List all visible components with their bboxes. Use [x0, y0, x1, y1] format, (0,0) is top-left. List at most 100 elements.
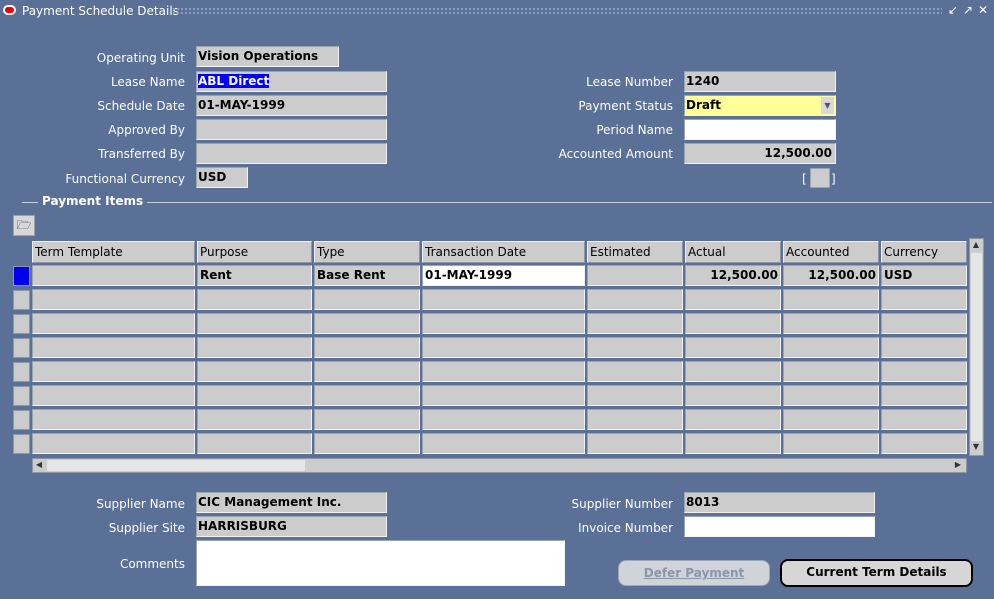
lease-name-field[interactable]: ABL Direct [196, 71, 387, 92]
cell-estimated[interactable] [587, 265, 683, 286]
scroll-left-icon[interactable]: ◀ [33, 460, 45, 469]
row-indicator[interactable] [13, 290, 30, 310]
empty-cell[interactable] [32, 409, 195, 430]
col-transaction-date[interactable]: Transaction Date [422, 241, 585, 263]
empty-cell[interactable] [32, 337, 195, 358]
empty-cell[interactable] [197, 361, 312, 382]
col-actual[interactable]: Actual [685, 241, 781, 263]
empty-cell[interactable] [783, 289, 879, 310]
empty-cell[interactable] [32, 289, 195, 310]
functional-currency-field[interactable]: USD [196, 167, 248, 188]
cell-accounted[interactable]: 12,500.00 [783, 265, 879, 286]
empty-cell[interactable] [314, 313, 420, 334]
scroll-up-icon[interactable]: ▲ [970, 240, 982, 249]
cell-type[interactable]: Base Rent [314, 265, 420, 286]
empty-cell[interactable] [783, 361, 879, 382]
row-indicator[interactable] [13, 434, 30, 454]
empty-cell[interactable] [685, 385, 781, 406]
cell-currency[interactable]: USD [881, 265, 967, 286]
empty-cell[interactable] [783, 409, 879, 430]
empty-cell[interactable] [685, 337, 781, 358]
empty-cell[interactable] [881, 385, 967, 406]
empty-cell[interactable] [881, 289, 967, 310]
minimize-icon[interactable]: ↙ [946, 3, 960, 17]
empty-cell[interactable] [32, 361, 195, 382]
cell-actual[interactable]: 12,500.00 [685, 265, 781, 286]
empty-cell[interactable] [197, 337, 312, 358]
empty-cell[interactable] [587, 433, 683, 454]
row-indicator[interactable] [13, 410, 30, 430]
cell-transaction-date[interactable]: 01-MAY-1999 [422, 265, 585, 286]
empty-cell[interactable] [197, 385, 312, 406]
row-indicator[interactable] [13, 314, 30, 334]
current-term-details-button[interactable]: Current Term Details [780, 559, 973, 587]
col-estimated[interactable]: Estimated [587, 241, 683, 263]
empty-cell[interactable] [881, 361, 967, 382]
accounted-amount-field[interactable]: 12,500.00 [684, 143, 836, 164]
maximize-icon[interactable]: ↗ [961, 3, 975, 17]
col-term-template[interactable]: Term Template [32, 241, 195, 263]
row-indicator[interactable] [13, 266, 30, 286]
empty-cell[interactable] [587, 409, 683, 430]
horizontal-scroll-thumb[interactable] [47, 460, 305, 471]
empty-cell[interactable] [783, 313, 879, 334]
empty-cell[interactable] [32, 313, 195, 334]
empty-cell[interactable] [685, 409, 781, 430]
vertical-scrollbar[interactable]: ▲ ▼ [969, 238, 984, 456]
context-field-checkbox[interactable] [810, 168, 830, 188]
empty-cell[interactable] [881, 337, 967, 358]
period-name-field[interactable] [684, 119, 836, 140]
empty-cell[interactable] [422, 433, 585, 454]
supplier-number-field[interactable]: 8013 [684, 492, 875, 513]
empty-cell[interactable] [587, 337, 683, 358]
empty-cell[interactable] [783, 337, 879, 358]
empty-cell[interactable] [314, 409, 420, 430]
scroll-down-icon[interactable]: ▼ [970, 442, 982, 451]
empty-cell[interactable] [32, 385, 195, 406]
operating-unit-field[interactable]: Vision Operations [196, 46, 339, 67]
empty-cell[interactable] [314, 361, 420, 382]
transferred-by-field[interactable] [196, 143, 387, 164]
col-purpose[interactable]: Purpose [197, 241, 312, 263]
empty-cell[interactable] [422, 313, 585, 334]
empty-cell[interactable] [587, 385, 683, 406]
horizontal-scrollbar[interactable]: ◀ ▶ [32, 458, 967, 473]
empty-cell[interactable] [685, 361, 781, 382]
empty-cell[interactable] [587, 313, 683, 334]
empty-cell[interactable] [881, 433, 967, 454]
empty-cell[interactable] [314, 337, 420, 358]
empty-cell[interactable] [197, 433, 312, 454]
empty-cell[interactable] [422, 337, 585, 358]
empty-cell[interactable] [422, 409, 585, 430]
col-type[interactable]: Type [314, 241, 420, 263]
empty-cell[interactable] [314, 385, 420, 406]
empty-cell[interactable] [587, 361, 683, 382]
empty-cell[interactable] [197, 409, 312, 430]
row-indicator[interactable] [13, 386, 30, 406]
empty-cell[interactable] [783, 433, 879, 454]
empty-cell[interactable] [587, 289, 683, 310]
approved-by-field[interactable] [196, 119, 387, 140]
row-indicator[interactable] [13, 338, 30, 358]
comments-field[interactable] [196, 540, 565, 586]
invoice-number-field[interactable] [684, 516, 875, 537]
supplier-site-field[interactable]: HARRISBURG [196, 516, 387, 537]
empty-cell[interactable] [685, 289, 781, 310]
empty-cell[interactable] [422, 289, 585, 310]
vertical-scroll-thumb[interactable] [971, 253, 982, 441]
row-indicator[interactable] [13, 362, 30, 382]
empty-cell[interactable] [685, 313, 781, 334]
lease-number-field[interactable]: 1240 [684, 71, 836, 92]
empty-cell[interactable] [881, 313, 967, 334]
schedule-date-field[interactable]: 01-MAY-1999 [196, 95, 387, 116]
payment-status-select[interactable]: Draft ▼ [684, 95, 836, 116]
empty-cell[interactable] [422, 385, 585, 406]
close-icon[interactable]: ✕ [976, 3, 990, 17]
empty-cell[interactable] [197, 289, 312, 310]
col-accounted[interactable]: Accounted [783, 241, 879, 263]
empty-cell[interactable] [314, 289, 420, 310]
empty-cell[interactable] [197, 313, 312, 334]
empty-cell[interactable] [32, 433, 195, 454]
chevron-down-icon[interactable]: ▼ [821, 97, 834, 114]
empty-cell[interactable] [422, 361, 585, 382]
